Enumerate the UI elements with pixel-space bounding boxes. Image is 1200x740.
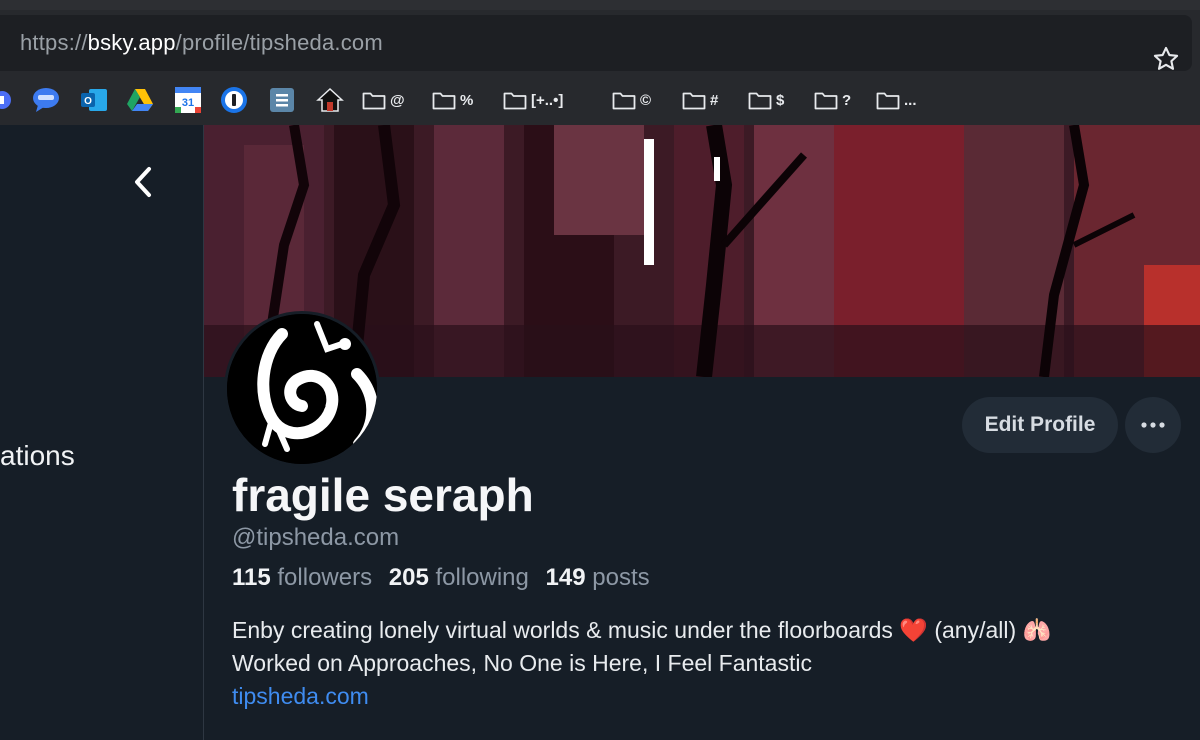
folder-icon	[612, 92, 636, 110]
bookmark-label: %	[460, 91, 474, 109]
back-chevron-icon[interactable]	[128, 165, 160, 199]
bookmark-label: ©	[640, 91, 652, 109]
bio-line: Worked on Approaches, No One is Here, I …	[232, 650, 812, 676]
bookmark-label: $	[776, 91, 785, 109]
url-scheme: https://	[20, 30, 88, 55]
folder-icon	[682, 92, 706, 110]
following-count: 205	[388, 564, 429, 591]
bookmark-folder[interactable]: #	[682, 80, 718, 120]
posts-count: 149	[545, 564, 586, 591]
folder-icon	[748, 92, 772, 110]
google-drive-icon[interactable]	[126, 80, 154, 120]
messages-icon[interactable]	[32, 80, 60, 120]
profile-stats: 115 followers 205 following 149 posts	[232, 564, 660, 592]
bookmark-label: [+..•]	[531, 91, 564, 109]
sidebar-nav-label[interactable]: ations	[0, 440, 75, 472]
posts-label: posts	[592, 564, 650, 591]
outlook-icon[interactable]: O	[80, 80, 108, 120]
home-icon[interactable]	[316, 80, 344, 120]
bio-line: Enby creating lonely virtual worlds & mu…	[232, 617, 1052, 643]
profile-handle: @tipsheda.com	[232, 524, 400, 551]
folder-icon	[876, 92, 900, 110]
bio-link[interactable]: tipsheda.com	[232, 680, 1051, 713]
url-domain: bsky.app	[87, 30, 176, 55]
bookmark-folder[interactable]: ©	[612, 80, 651, 120]
folder-icon	[432, 92, 456, 110]
bookmark-label: ?	[842, 91, 852, 109]
google-calendar-icon[interactable]: 31	[174, 80, 202, 120]
profile-bio: Enby creating lonely virtual worlds & mu…	[232, 614, 1051, 713]
calendar-day-text: 31	[182, 97, 194, 109]
app-icon-partial[interactable]	[0, 80, 12, 120]
left-sidebar	[0, 125, 204, 740]
bookmark-folder[interactable]: [+..•]	[503, 80, 563, 120]
more-options-button[interactable]	[1125, 397, 1181, 453]
profile-avatar[interactable]	[224, 311, 380, 467]
followers-stat[interactable]: 115 followers	[232, 564, 372, 591]
bookmark-label: #	[710, 91, 719, 109]
folder-icon	[503, 92, 527, 110]
address-bar[interactable]: https://bsky.app/profile/tipsheda.com	[0, 15, 1192, 71]
url-path: /profile/tipsheda.com	[175, 30, 383, 55]
folder-icon	[814, 92, 838, 110]
folder-icon	[362, 92, 386, 110]
following-label: following	[435, 564, 529, 591]
bookmarks-bar: O 31 @ % [+..•] © # $ ? ...	[0, 80, 1200, 120]
bookmark-folder[interactable]: ...	[876, 80, 917, 120]
more-dots-icon	[1141, 422, 1165, 428]
url-text[interactable]: https://bsky.app/profile/tipsheda.com	[20, 30, 383, 56]
bookmark-folder[interactable]: ?	[814, 80, 851, 120]
edit-profile-button[interactable]: Edit Profile	[962, 397, 1118, 453]
avatar-image	[227, 314, 377, 464]
bookmark-folder[interactable]: $	[748, 80, 784, 120]
bookmark-folder[interactable]: %	[432, 80, 473, 120]
tasks-icon[interactable]	[268, 80, 296, 120]
bookmark-label: ...	[904, 91, 917, 109]
following-stat[interactable]: 205 following	[389, 564, 529, 591]
window-top-strip	[0, 0, 1200, 10]
posts-stat: 149 posts	[546, 564, 650, 591]
display-name: fragile seraph	[232, 469, 534, 521]
1password-icon[interactable]	[220, 80, 248, 120]
followers-label: followers	[277, 564, 373, 591]
followers-count: 115	[232, 564, 271, 591]
svg-text:O: O	[84, 96, 92, 107]
bookmark-label: @	[390, 91, 405, 109]
bookmark-star-icon[interactable]	[1152, 45, 1180, 73]
bookmark-folder[interactable]: @	[362, 80, 405, 120]
